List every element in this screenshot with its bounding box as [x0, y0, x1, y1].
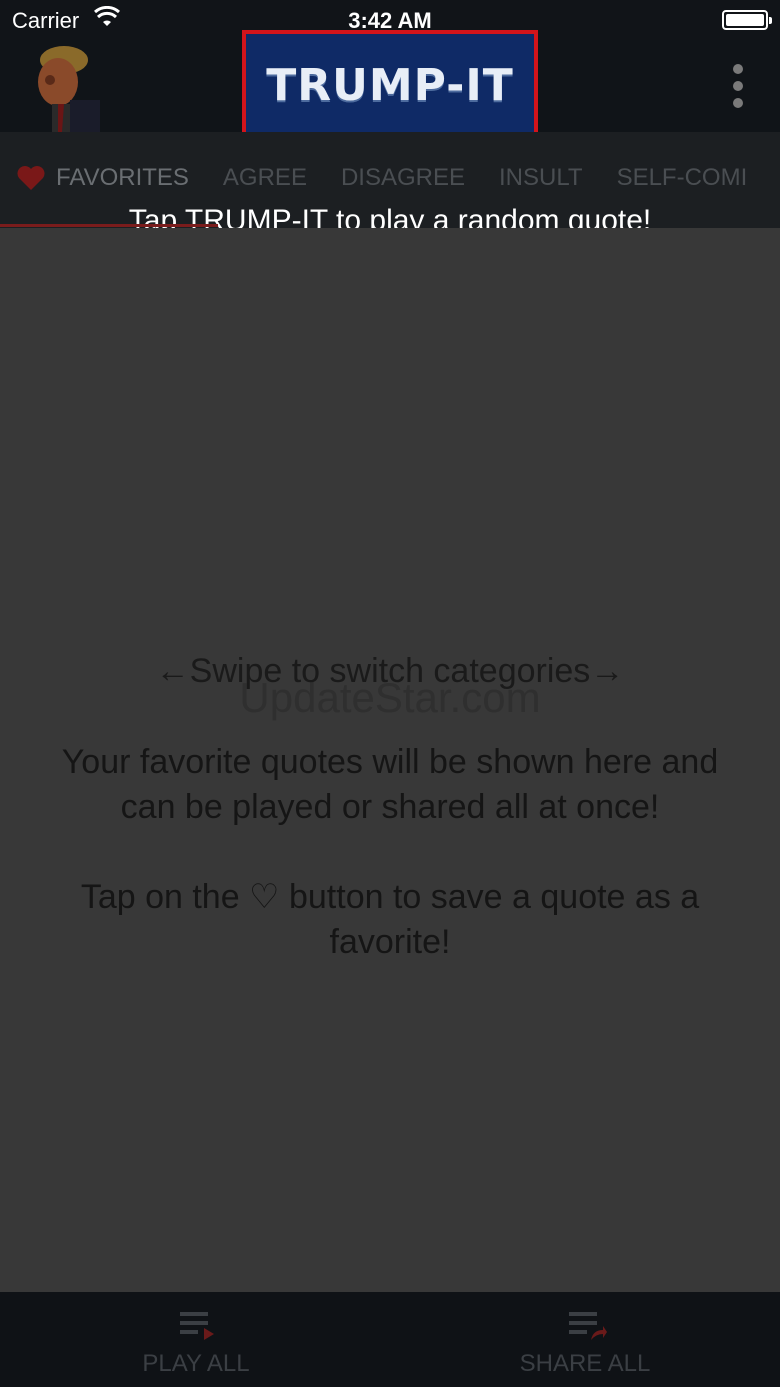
tab-insult[interactable]: INSULT [499, 164, 583, 192]
play-all-button[interactable]: PLAY ALL [66, 1292, 326, 1387]
heart-icon [17, 166, 45, 190]
swipe-hint: ←Swipe to switch categories→ [155, 652, 625, 690]
save-favorite-hint: Tap on the ♡ button to save a quote as a… [80, 878, 700, 961]
favorites-content[interactable]: UpdateStar.com ←Swipe to switch categori… [0, 228, 780, 1292]
empty-favorites-message: Your favorite quotes will be shown here … [61, 743, 719, 826]
battery-icon [722, 10, 772, 30]
app-screen: Carrier 3:42 AM TRUMP-IT FAVORITES AGREE… [0, 0, 780, 1387]
tab-agree[interactable]: AGREE [223, 164, 307, 192]
avatar-icon[interactable] [22, 42, 102, 132]
trump-it-logo-button[interactable]: TRUMP-IT [242, 30, 538, 140]
tab-favorites[interactable]: FAVORITES [16, 164, 189, 192]
tab-row: FAVORITES AGREE DISAGREE INSULT SELF-COM… [16, 164, 747, 192]
share-all-label: SHARE ALL [519, 1350, 651, 1377]
tab-disagree[interactable]: DISAGREE [341, 164, 465, 192]
share-all-button[interactable]: SHARE ALL [455, 1292, 715, 1387]
playlist-share-icon [569, 1312, 607, 1340]
tab-label: DISAGREE [340, 164, 465, 191]
play-all-label: PLAY ALL [142, 1350, 250, 1377]
tab-self-compliment[interactable]: SELF-COMI [617, 164, 748, 192]
bottom-toolbar: PLAY ALL SHARE ALL [0, 1292, 780, 1387]
more-vertical-icon[interactable] [730, 64, 746, 108]
tab-label: AGREE [222, 164, 307, 191]
category-tabs: FAVORITES AGREE DISAGREE INSULT SELF-COM… [0, 132, 780, 228]
logo-text: TRUMP-IT [266, 59, 514, 111]
tab-label: SELF-COMI [616, 164, 748, 191]
playlist-play-icon [180, 1312, 214, 1340]
tab-label: INSULT [498, 164, 583, 191]
tab-label: FAVORITES [56, 164, 189, 191]
active-tab-indicator [0, 224, 218, 227]
nav-header: TRUMP-IT [0, 30, 780, 140]
